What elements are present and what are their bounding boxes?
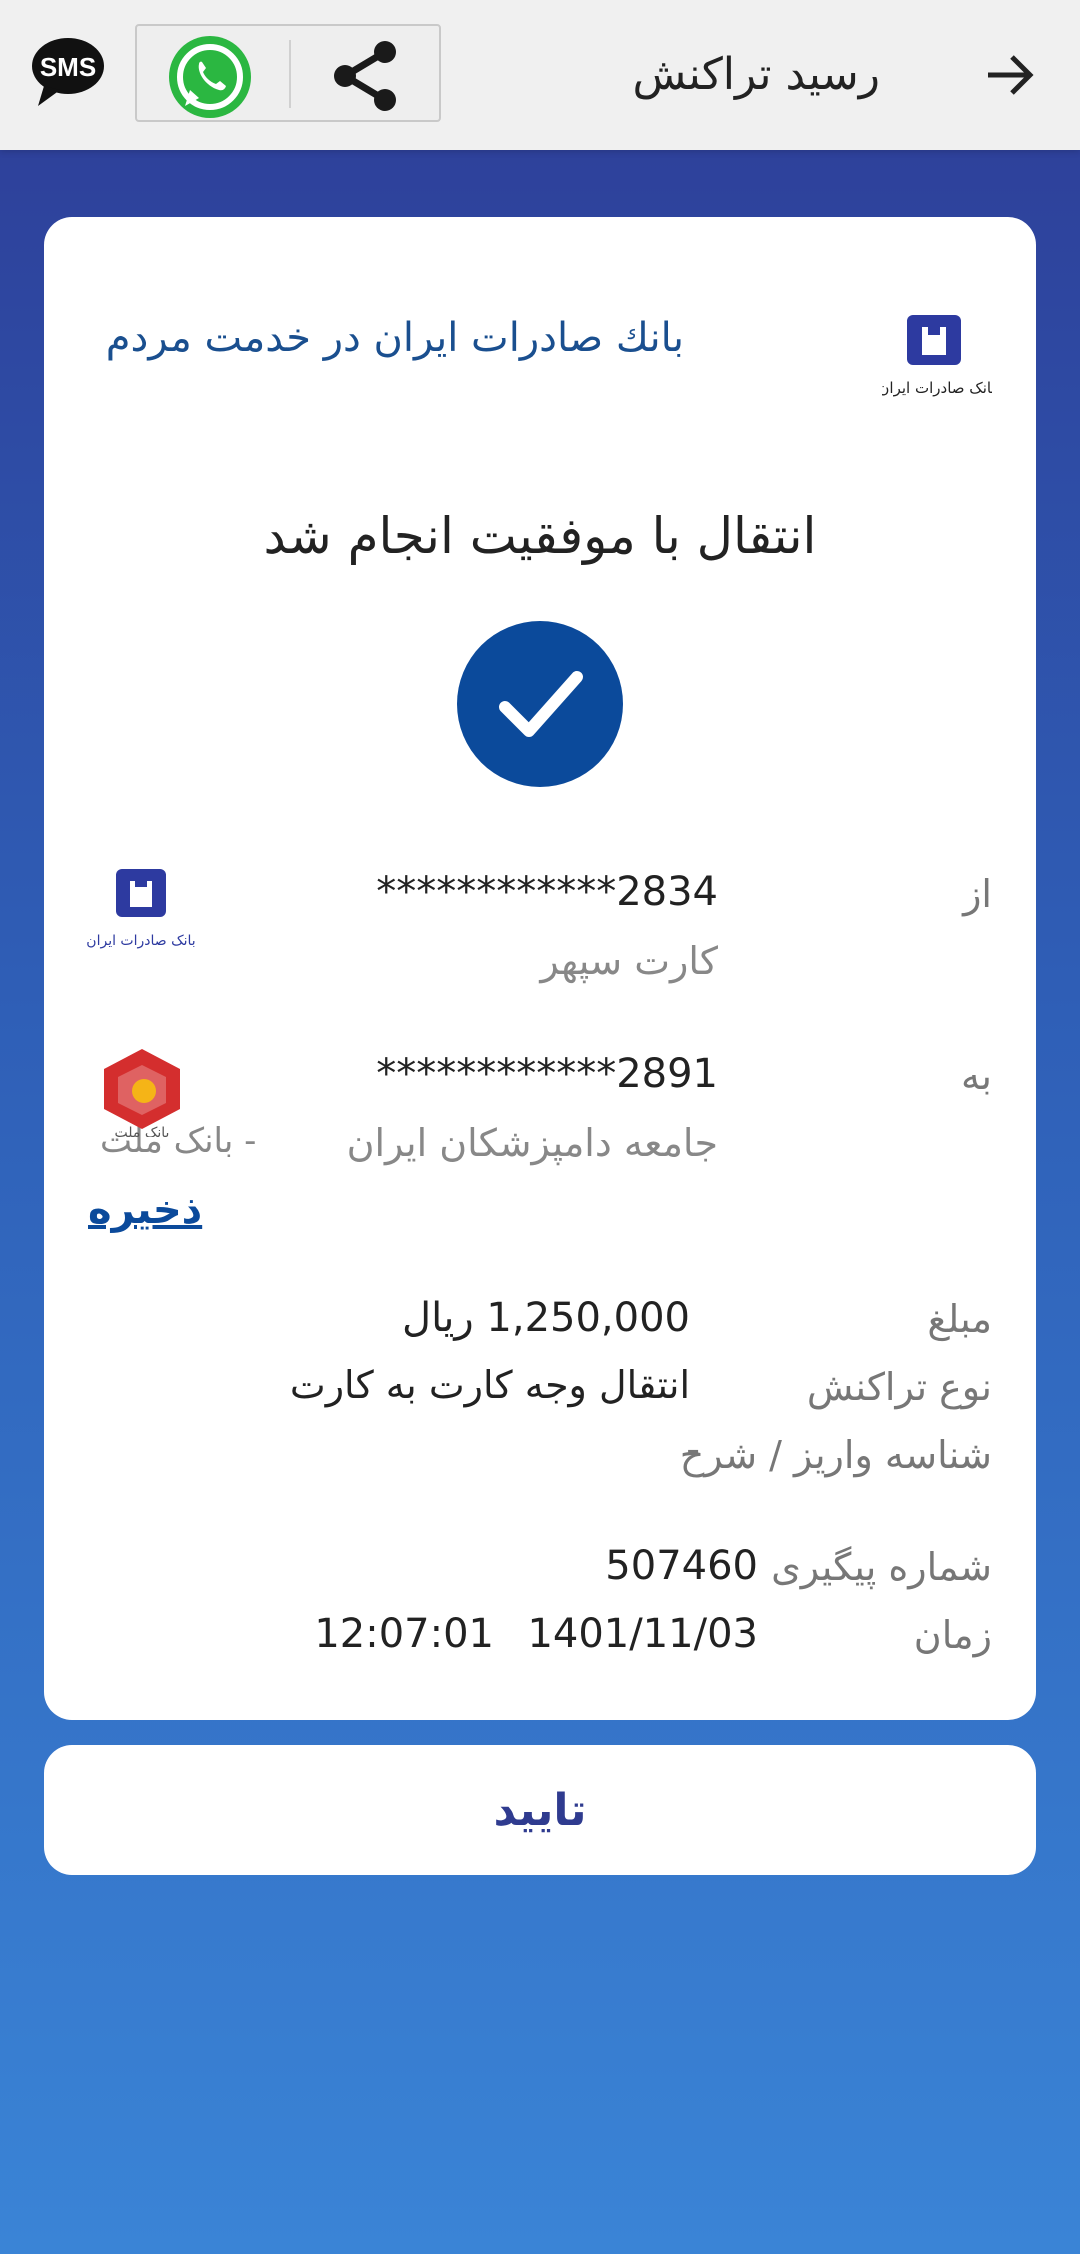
arrow-right-icon <box>988 55 1034 95</box>
share-icon <box>334 41 396 111</box>
to-card-number: ************2891 <box>376 1051 718 1097</box>
sms-button[interactable]: SMS <box>30 34 110 110</box>
top-bar: SMS رسید تراکنش <box>0 0 1080 150</box>
tracking-label: شماره پیگیری <box>771 1545 992 1589</box>
success-message: انتقال با موفقیت انجام شد <box>263 507 817 565</box>
from-bank-logo: بانک صادرات ایران <box>86 867 196 957</box>
divider <box>289 40 291 108</box>
from-card-name: کارت سپهر <box>540 939 718 983</box>
payment-id-value: - <box>686 1427 700 1471</box>
share-button[interactable] <box>327 38 403 114</box>
confirm-button[interactable]: تایید <box>44 1745 1036 1875</box>
transaction-type-label: نوع تراکنش <box>806 1365 992 1409</box>
time-value: 12:07:01 <box>314 1611 494 1657</box>
svg-text:بانک صادرات ایران: بانک صادرات ایران <box>86 933 195 949</box>
mellat-logo: بانک ملت <box>92 1047 192 1141</box>
whatsapp-icon <box>169 36 251 118</box>
date-value: 1401/11/03 <box>527 1611 758 1657</box>
transaction-type-value: انتقال وجه کارت به کارت <box>289 1363 690 1407</box>
amount-label: مبلغ <box>927 1297 992 1341</box>
whatsapp-button[interactable] <box>167 34 253 120</box>
sms-icon: SMS <box>32 38 104 106</box>
svg-text:SMS: SMS <box>40 52 96 82</box>
svg-text:بانک صادرات ایران: بانک صادرات ایران <box>882 379 992 397</box>
saderat-logo: بانک صادرات ایران <box>878 313 996 403</box>
time-label: زمان <box>913 1613 992 1657</box>
svg-text:بانک ملت: بانک ملت <box>115 1125 170 1137</box>
share-actions <box>135 24 441 122</box>
to-label: به <box>961 1054 992 1098</box>
payment-id-label: شناسه واریز / شرح <box>679 1433 992 1477</box>
from-label: از <box>963 872 992 916</box>
success-check-icon <box>457 621 623 787</box>
amount-value: 1,250,000 ریال <box>402 1295 690 1341</box>
bank-tagline: بانك صادرات ایران در خدمت مردم <box>105 315 684 361</box>
back-button[interactable] <box>980 45 1040 105</box>
tracking-number: 507460 <box>605 1543 758 1589</box>
page-title: رسید تراکنش <box>632 49 880 100</box>
save-link[interactable]: ذخیره <box>88 1187 202 1233</box>
to-holder-name: جامعه دامپزشکان ایران <box>346 1121 718 1165</box>
receipt-card: بانك صادرات ایران در خدمت مردم بانک صادر… <box>44 217 1036 1720</box>
from-card-number: ************2834 <box>376 869 718 915</box>
